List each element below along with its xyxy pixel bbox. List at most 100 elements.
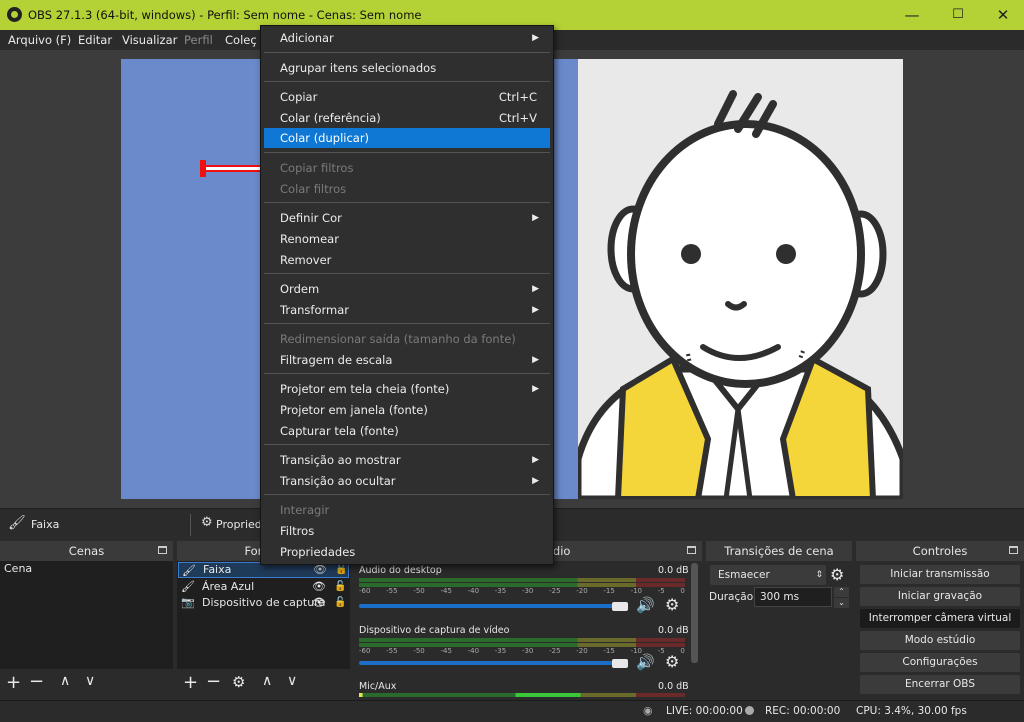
scenes-list[interactable]: Cena [0, 561, 173, 669]
brush-icon: 🖌 [8, 515, 26, 531]
volume-meter [359, 693, 685, 697]
move-up-icon[interactable]: ∧ [60, 673, 70, 689]
selected-source-name: Faixa [31, 518, 60, 531]
menu-item-transformar[interactable]: Transformar ▶ [264, 300, 550, 320]
menu-editar[interactable]: Editar [78, 33, 112, 47]
settings-button[interactable]: Configurações [860, 653, 1020, 672]
remove-icon[interactable]: − [29, 671, 44, 692]
menu-item-agrupar[interactable]: Agrupar itens selecionados [264, 58, 550, 78]
gear-icon[interactable]: ⚙ [665, 652, 679, 671]
menu-item-redimensionar[interactable]: Redimensionar saída (tamanho da fonte) [264, 329, 550, 349]
menu-item-copiar-filtros[interactable]: Copiar filtros [264, 158, 550, 178]
menu-item-renomear[interactable]: Renomear [264, 229, 550, 249]
updown-icon: ⇕ [815, 570, 823, 580]
start-recording-button[interactable]: Iniciar gravação [860, 587, 1020, 606]
maximize-button[interactable]: ☐ [935, 0, 981, 30]
channel-name: Mic/Aux [359, 681, 397, 692]
illustration-man-icon [578, 59, 903, 499]
undock-icon[interactable] [687, 546, 696, 554]
mixer-scrollbar[interactable] [691, 563, 698, 663]
sources-toolbar: + − ⚙ ∧ ∨ [177, 671, 350, 697]
source-name: Faixa [203, 563, 232, 576]
volume-slider-handle[interactable] [612, 659, 628, 668]
menu-item-filtragem-escala[interactable]: Filtragem de escala ▶ [264, 350, 550, 370]
channel-db: 0.0 dB [658, 565, 689, 576]
menu-arquivo[interactable]: Arquivo (F) [8, 33, 71, 47]
controls-dock-header: Controles [856, 541, 1024, 561]
menu-item-colar-referencia[interactable]: Colar (referência) Ctrl+V [264, 108, 550, 128]
menu-item-adicionar[interactable]: Adicionar ▶ [264, 28, 550, 48]
duration-down-button[interactable]: ⌄ [834, 598, 849, 608]
duration-up-button[interactable]: ⌃ [834, 587, 849, 597]
faixa-source-selected[interactable] [200, 160, 262, 178]
menu-item-transicao-ocultar[interactable]: Transição ao ocultar ▶ [264, 471, 550, 491]
visibility-eye-icon[interactable]: 👁 [312, 579, 326, 595]
minimize-button[interactable]: — [889, 0, 935, 30]
move-down-icon[interactable]: ∨ [85, 673, 95, 689]
transitions-dock-title: Transições de cena [724, 544, 834, 558]
speaker-icon[interactable]: 🔊 [636, 653, 655, 671]
speaker-icon[interactable]: 🔊 [636, 596, 655, 614]
stop-virtual-camera-button[interactable]: Interromper câmera virtual [860, 609, 1020, 628]
menu-item-projetor-janela[interactable]: Projetor em janela (fonte) [264, 400, 550, 420]
gear-icon[interactable]: ⚙ [665, 595, 679, 614]
menu-item-projetor-tela-cheia[interactable]: Projetor em tela cheia (fonte) ▶ [264, 379, 550, 399]
menu-item-colar-duplicar[interactable]: Colar (duplicar) [264, 128, 550, 148]
undock-icon[interactable] [158, 546, 167, 554]
record-icon [745, 706, 754, 715]
menu-item-colar-filtros[interactable]: Colar filtros [264, 179, 550, 199]
menu-item-propriedades[interactable]: Propriedades [264, 542, 550, 562]
close-button[interactable]: ✕ [980, 0, 1024, 30]
brush-icon: 🖌 [181, 580, 195, 593]
add-icon[interactable]: + [183, 672, 198, 693]
broadcast-icon: ◉ [643, 704, 653, 717]
sources-list[interactable]: 🖌 Faixa 👁 🔓 🖌 Área Azul 👁 🔓 📷 Dispositiv… [177, 561, 350, 669]
submenu-arrow-icon: ▶ [532, 384, 539, 394]
menu-item-copiar[interactable]: Copiar Ctrl+C [264, 87, 550, 107]
move-down-icon[interactable]: ∨ [287, 673, 297, 689]
channel-db: 0.0 dB [658, 625, 689, 636]
menu-item-definir-cor[interactable]: Definir Cor ▶ [264, 208, 550, 228]
menu-colecao[interactable]: Coleç [225, 33, 257, 47]
source-row-dispositivo[interactable]: 📷 Dispositivo de captura 👁 🔓 [178, 595, 349, 611]
gear-icon[interactable]: ⚙ [232, 673, 245, 691]
scenes-dock-header: Cenas [0, 541, 173, 561]
menu-item-filtros[interactable]: Filtros [264, 521, 550, 541]
start-streaming-button[interactable]: Iniciar transmissão [860, 565, 1020, 584]
menu-item-capturar-tela[interactable]: Capturar tela (fonte) [264, 421, 550, 441]
exit-button[interactable]: Encerrar OBS [860, 675, 1020, 694]
submenu-arrow-icon: ▶ [532, 455, 539, 465]
menu-item-transicao-mostrar[interactable]: Transição ao mostrar ▶ [264, 450, 550, 470]
volume-slider[interactable] [359, 604, 625, 608]
obs-logo-icon [7, 7, 22, 22]
gear-icon[interactable]: ⚙ [830, 565, 844, 584]
menu-item-remover[interactable]: Remover [264, 250, 550, 270]
undock-icon[interactable] [1009, 546, 1018, 554]
cpu-status: CPU: 3.4%, 30.00 fps [856, 705, 967, 717]
transition-select[interactable]: Esmaecer ⇕ [710, 565, 826, 585]
add-icon[interactable]: + [6, 672, 21, 693]
window-title: OBS 27.1.3 (64-bit, windows) - Perfil: S… [28, 8, 422, 22]
duration-label: Duração [709, 591, 754, 603]
duration-input[interactable]: 300 ms [754, 587, 832, 607]
menu-item-ordem[interactable]: Ordem ▶ [264, 279, 550, 299]
source-row-area-azul[interactable]: 🖌 Área Azul 👁 🔓 [178, 579, 349, 595]
capture-device-source[interactable] [578, 59, 903, 499]
remove-icon[interactable]: − [206, 671, 221, 692]
studio-mode-button[interactable]: Modo estúdio [860, 631, 1020, 650]
volume-slider[interactable] [359, 661, 625, 665]
status-bar: ◉ LIVE: 00:00:00 REC: 00:00:00 CPU: 3.4%… [0, 700, 1024, 722]
context-menu: Adicionar ▶ Agrupar itens selecionados Co… [260, 25, 554, 565]
menu-item-interagir[interactable]: Interagir [264, 500, 550, 520]
move-up-icon[interactable]: ∧ [262, 673, 272, 689]
volume-slider-handle[interactable] [612, 602, 628, 611]
list-item[interactable]: Cena [0, 561, 173, 577]
menu-visualizar[interactable]: Visualizar [122, 33, 177, 47]
visibility-eye-icon[interactable]: 👁 [312, 595, 326, 611]
submenu-arrow-icon: ▶ [532, 213, 539, 223]
channel-db: 0.0 dB [658, 681, 689, 692]
meter-scale: -60 -55 -50 -45 -40 -35 -30 -25 -20 -15 -10 -5 0 [359, 587, 685, 595]
menu-perfil[interactable]: Perfil [184, 33, 213, 47]
lock-icon[interactable]: 🔓 [334, 579, 346, 595]
lock-icon[interactable]: 🔓 [334, 595, 346, 611]
